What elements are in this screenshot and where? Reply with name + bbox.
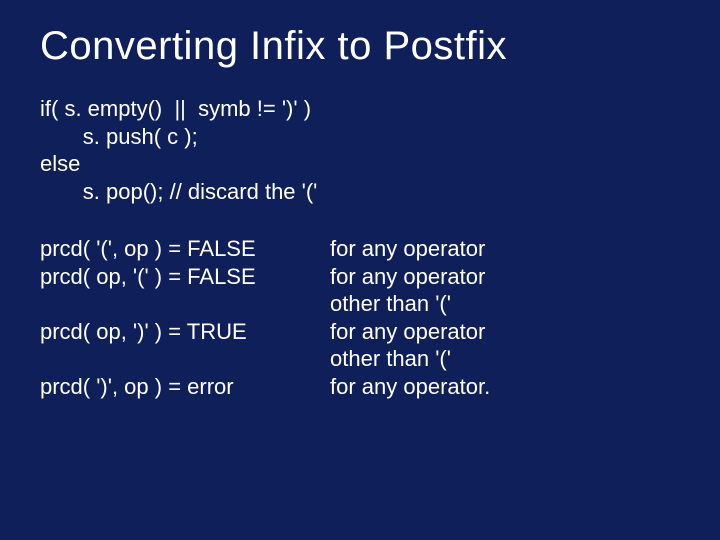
- rule-row-3: prcd( op, ')' ) = TRUE for any operator: [40, 318, 680, 346]
- rule-left: [40, 290, 330, 318]
- rule-right: other than '(': [330, 290, 680, 318]
- slide: Converting Infix to Postfix if( s. empty…: [0, 0, 720, 540]
- code-line-3: else: [40, 151, 80, 176]
- rule-left: prcd( '(', op ) = FALSE: [40, 235, 330, 263]
- rule-row-4: prcd( ')', op ) = error for any operator…: [40, 373, 680, 401]
- rule-right: for any operator: [330, 318, 680, 346]
- rule-left: prcd( op, ')' ) = TRUE: [40, 318, 330, 346]
- rule-right: for any operator: [330, 263, 680, 291]
- code-block: if( s. empty() || symb != ')' ) s. push(…: [40, 95, 680, 205]
- rule-row-2b: other than '(': [40, 290, 680, 318]
- code-line-4: s. pop(); // discard the '(': [40, 179, 317, 204]
- precedence-rules: prcd( '(', op ) = FALSE for any operator…: [40, 235, 680, 400]
- code-line-2: s. push( c );: [40, 124, 198, 149]
- rule-left: [40, 345, 330, 373]
- rule-right: other than '(': [330, 345, 680, 373]
- code-line-1: if( s. empty() || symb != ')' ): [40, 96, 311, 121]
- slide-title: Converting Infix to Postfix: [40, 24, 680, 69]
- rule-right: for any operator: [330, 235, 680, 263]
- rule-left: prcd( ')', op ) = error: [40, 373, 330, 401]
- rule-row-3b: other than '(': [40, 345, 680, 373]
- rule-row-2: prcd( op, '(' ) = FALSE for any operator: [40, 263, 680, 291]
- rule-right: for any operator.: [330, 373, 680, 401]
- rule-left: prcd( op, '(' ) = FALSE: [40, 263, 330, 291]
- rule-row-1: prcd( '(', op ) = FALSE for any operator: [40, 235, 680, 263]
